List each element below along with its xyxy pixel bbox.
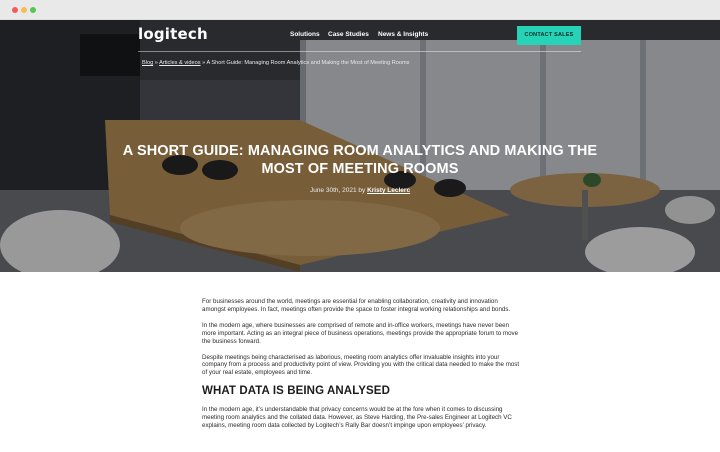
close-window-icon[interactable] [12,7,18,13]
nav-solutions[interactable]: Solutions [290,31,320,38]
article-paragraph: In the modern age, it’s understandable t… [202,406,512,430]
breadcrumb-articles-videos[interactable]: Articles & videos [159,60,200,66]
article-byline: June 30th, 2021 by Kristy Leclerc [210,187,510,194]
section-heading: WHAT DATA IS BEING ANALYSED [202,385,390,398]
article-body: For businesses around the world, meeting… [202,298,520,438]
breadcrumb-current: A Short Guide: Managing Room Analytics a… [206,60,410,66]
contact-sales-button[interactable]: CONTACT SALES [517,26,581,45]
logitech-logo[interactable]: logitech [138,25,208,43]
article-paragraph: In the modern age, where businesses are … [202,321,519,345]
nav-divider [138,51,581,52]
publish-date: June 30th, 2021 [309,187,357,194]
nav-news-insights[interactable]: News & Insights [378,31,428,38]
page-title: A Short Guide: Managing Room Analytics a… [122,143,598,177]
author-link[interactable]: Kristy Leclerc [367,187,410,194]
hero-banner: logitech Solutions Case Studies News & I… [0,20,720,272]
article-paragraph: Despite meetings being characterised as … [202,353,520,377]
nav-case-studies[interactable]: Case Studies [328,31,369,38]
byline-by: by [358,187,366,194]
breadcrumb-separator: » [202,60,206,66]
breadcrumb: Blog » Articles & videos » A Short Guide… [142,60,409,66]
minimize-window-icon[interactable] [21,7,27,13]
breadcrumb-blog[interactable]: Blog [142,60,153,66]
breadcrumb-separator: » [154,60,158,66]
browser-chrome [0,0,720,20]
article-paragraph: For businesses around the world, meeting… [202,298,511,313]
maximize-window-icon[interactable] [30,7,36,13]
